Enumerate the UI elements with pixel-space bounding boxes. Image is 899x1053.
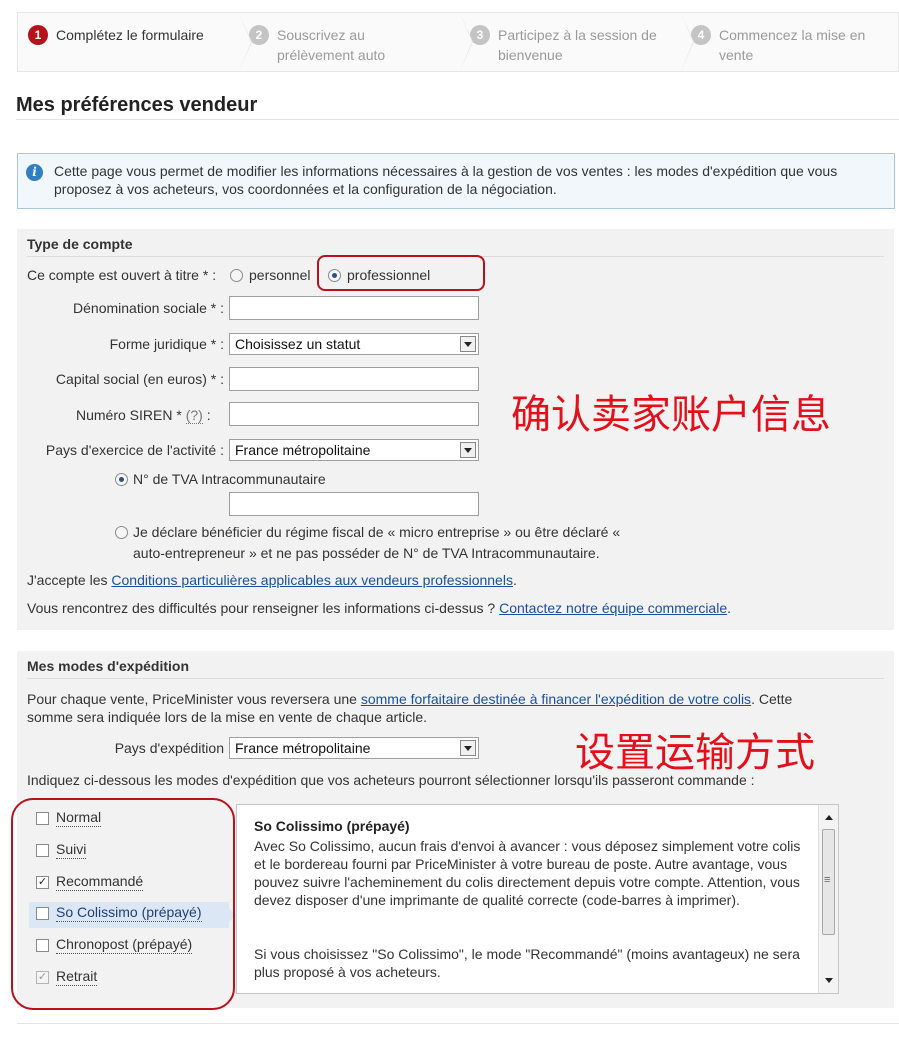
step-1: 1 Complétez le formulaire (18, 13, 252, 71)
section-divider (27, 678, 884, 679)
help-suffix: . (727, 600, 732, 616)
siren-input[interactable] (229, 402, 479, 426)
step-4: 4 Commencez la mise en vente (681, 13, 899, 71)
pays-expedition-label: Pays d'expédition (114, 740, 224, 756)
pays-activite-select[interactable]: France métropolitaine (229, 439, 479, 461)
radio-tva-label[interactable]: N° de TVA Intracommunautaire (133, 470, 326, 488)
accept-conditions: J'accepte les Conditions particulières a… (27, 571, 517, 589)
denomination-label: Dénomination sociale * : (73, 300, 224, 316)
progress-stepper: 1 Complétez le formulaire 2 Souscrivez a… (17, 12, 899, 72)
title-divider (16, 119, 899, 120)
accept-suffix: . (512, 572, 517, 588)
pays-activite-label: Pays d'exercice de l'activité : (45, 442, 224, 458)
chevron-down-icon[interactable] (460, 442, 476, 458)
capital-label: Capital social (en euros) * : (55, 371, 224, 387)
shipping-intro-line2: somme sera indiquée lors de la mise en v… (27, 709, 427, 725)
chevron-down-icon[interactable] (460, 336, 476, 352)
denomination-input[interactable] (229, 296, 479, 320)
scroll-up-icon[interactable] (825, 815, 833, 820)
pays-expedition-select[interactable]: France métropolitaine (229, 737, 479, 759)
step-number: 2 (249, 25, 269, 45)
intro-suffix: . Cette (751, 691, 793, 707)
shipping-description-panel[interactable]: So Colissimo (prépayé) Avec So Colissimo… (236, 804, 839, 994)
highlight-shipping-modes (11, 798, 235, 1010)
annotation-shipping: 设置运输方式 (575, 730, 815, 776)
conditions-link[interactable]: Conditions particulières applicables aux… (111, 572, 513, 588)
step-number: 4 (691, 25, 711, 45)
contact-sales-link[interactable]: Contactez notre équipe commerciale (499, 600, 727, 616)
scroll-thumb[interactable] (822, 829, 835, 935)
step-3: 3 Participez à la session de bienvenue (460, 13, 694, 71)
radio-tva[interactable] (115, 473, 128, 486)
step-label: Complétez le formulaire (56, 27, 204, 43)
page-title: Mes préférences vendeur (16, 94, 258, 116)
section-heading: Type de compte (27, 236, 133, 252)
radio-micro-entreprise[interactable] (115, 526, 128, 539)
account-opened-label: Ce compte est ouvert à titre * : (27, 267, 217, 283)
step-number: 3 (470, 25, 490, 45)
chevron-down-icon[interactable] (460, 740, 476, 756)
shipping-intro: Pour chaque vente, PriceMinister vous re… (27, 690, 792, 708)
scrollbar[interactable] (818, 805, 838, 993)
step-label: Commencez la mise en vente (719, 27, 866, 63)
forme-juridique-label: Forme juridique * : (109, 336, 224, 352)
scroll-down-icon[interactable] (825, 978, 833, 983)
annotation-account: 确认卖家账户信息 (511, 392, 831, 438)
shipping-instructions: Indiquez ci-dessous les modes d'expéditi… (27, 772, 755, 788)
step-label: Souscrivez au prélèvement auto (277, 27, 386, 63)
help-prefix: Vous rencontrez des difficultés pour ren… (27, 600, 496, 616)
selected-value: Choisissez un statut (235, 336, 361, 352)
selected-value: France métropolitaine (235, 740, 371, 756)
radio-personal[interactable] (230, 269, 243, 282)
accept-prefix: J'accepte les (27, 572, 108, 588)
radio-personal-label[interactable]: personnel (249, 266, 311, 284)
siren-label-text: Numéro SIREN * (76, 407, 182, 423)
micro-entreprise-line2[interactable]: auto-entrepreneur » et ne pas posséder d… (133, 544, 600, 562)
step-2: 2 Souscrivez au prélèvement auto (239, 13, 473, 71)
forme-juridique-select[interactable]: Choisissez un statut (229, 333, 479, 355)
tva-input[interactable] (229, 492, 479, 516)
description-paragraph: Si vous choisissez "So Colissimo", le mo… (254, 946, 800, 980)
info-icon: i (26, 164, 43, 181)
info-text: Cette page vous permet de modifier les i… (54, 163, 838, 197)
intro-prefix: Pour chaque vente, PriceMinister vous re… (27, 691, 357, 707)
micro-entreprise-line1[interactable]: Je déclare bénéficier du régime fiscal d… (133, 523, 620, 541)
capital-input[interactable] (229, 367, 479, 391)
selected-value: France métropolitaine (235, 442, 371, 458)
siren-colon: : (206, 407, 211, 423)
step-label: Participez à la session de bienvenue (498, 27, 657, 63)
siren-label: Numéro SIREN * (?) : (76, 406, 211, 424)
description-title: So Colissimo (prépayé) (254, 818, 410, 834)
help-icon[interactable]: (?) (185, 407, 203, 424)
highlight-professional (317, 255, 485, 291)
step-number: 1 (28, 25, 48, 45)
description-paragraph: Avec So Colissimo, aucun frais d'envoi à… (254, 838, 801, 908)
help-line: Vous rencontrez des difficultés pour ren… (27, 599, 731, 617)
info-banner: i Cette page vous permet de modifier les… (17, 153, 895, 209)
forfait-link[interactable]: somme forfaitaire destinée à financer l'… (361, 691, 751, 707)
section-heading: Mes modes d'expédition (27, 658, 190, 674)
bottom-divider (17, 1023, 899, 1024)
